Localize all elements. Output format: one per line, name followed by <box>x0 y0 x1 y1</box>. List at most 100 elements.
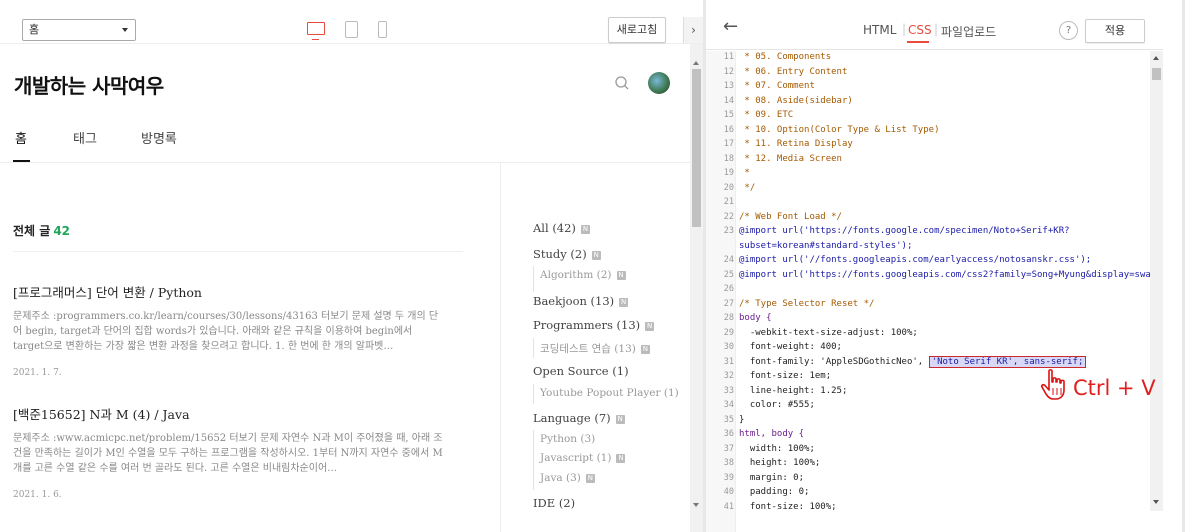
category-item[interactable]: Study (2) N <box>533 247 601 261</box>
line-number: 36 <box>723 429 734 439</box>
chevron-down-icon <box>122 28 128 32</box>
tab-html[interactable]: HTML <box>863 23 896 37</box>
post-title[interactable]: [백준15652] N과 M (4) / Java <box>13 404 443 423</box>
category-subitem[interactable]: 코딩테스트 연습 (13) N <box>540 341 650 356</box>
tab-active-indicator <box>907 41 929 43</box>
category-subitem[interactable]: Python (3) <box>540 433 595 445</box>
code-text: font-family: 'AppleSDGothicNeo', <box>739 356 929 367</box>
line-number: 29 <box>723 327 734 338</box>
skin-editor-panel: ← HTML | CSS | 파일업로드 ? 적용 11 * 05. Compo… <box>703 0 1185 532</box>
category-subitem[interactable]: Javascript (1) N <box>540 452 626 464</box>
line-number: 32 <box>723 371 734 381</box>
search-icon[interactable] <box>614 75 630 91</box>
code-line: /* Web Font Load */ <box>739 211 842 222</box>
apply-button[interactable]: 적용 <box>1085 19 1145 43</box>
category-label: Baekjoon (13) <box>533 294 615 308</box>
post-item[interactable]: [백준15652] N과 M (4) / Java 문제주소 :www.acmi… <box>13 404 443 500</box>
nav-tag[interactable]: 태그 <box>73 128 97 147</box>
scroll-thumb[interactable] <box>692 69 701 227</box>
category-item[interactable]: All (42) N <box>533 221 590 235</box>
nav-home[interactable]: 홈 <box>15 128 27 147</box>
code-line: font-weight: 400; <box>739 342 842 352</box>
line-number: 31 <box>723 356 734 367</box>
avatar[interactable] <box>648 72 670 94</box>
scroll-up-icon[interactable] <box>1153 56 1159 60</box>
scroll-down-icon[interactable] <box>693 503 699 507</box>
code-line: * 07. Comment <box>739 81 815 91</box>
sidebar-divider <box>500 163 501 532</box>
category-item[interactable]: Baekjoon (13) N <box>533 294 629 308</box>
subcategory-guide <box>533 384 534 404</box>
category-label: 코딩테스트 연습 (13) <box>540 343 636 355</box>
editor-scrollbar[interactable] <box>1150 51 1163 511</box>
line-number: 15 <box>723 110 734 120</box>
code-line: body { <box>739 313 772 323</box>
line-number: 28 <box>723 313 734 323</box>
category-label: Javascript (1) <box>540 452 612 464</box>
category-item[interactable]: IDE (2) <box>533 496 575 510</box>
line-number: 34 <box>723 400 734 410</box>
line-number: 14 <box>723 95 734 106</box>
category-item[interactable]: Language (7) N <box>533 411 625 425</box>
new-badge: N <box>616 453 626 463</box>
new-badge: N <box>645 321 655 331</box>
category-subitem[interactable]: Java (3) N <box>540 472 595 484</box>
preview-scrollbar[interactable] <box>690 44 703 532</box>
category-label: Java (3) <box>540 472 581 484</box>
code-line: } <box>739 414 745 425</box>
post-count-label: 전체 글 <box>13 224 51 238</box>
code-line: * 05. Components <box>739 52 832 62</box>
scroll-down-icon[interactable] <box>1153 500 1159 504</box>
code-line: * 11. Retina Display <box>739 139 853 149</box>
scroll-thumb[interactable] <box>1152 68 1161 80</box>
line-number: 39 <box>723 472 734 483</box>
line-number: 38 <box>723 458 734 468</box>
subcategory-guide <box>533 338 534 358</box>
line-number: 18 <box>723 153 734 164</box>
blog-title[interactable]: 개발하는 사막여우 <box>14 70 164 99</box>
nav-guestbook[interactable]: 방명록 <box>141 128 177 147</box>
post-count: 42 <box>53 224 71 238</box>
code-line: * 06. Entry Content <box>739 66 848 77</box>
scroll-up-icon[interactable] <box>693 61 699 65</box>
back-arrow-icon[interactable]: ← <box>723 18 738 36</box>
editor-toolbar: ← HTML | CSS | 파일업로드 ? 적용 <box>706 0 1185 50</box>
category-subitem[interactable]: Youtube Popout Player (1) <box>540 387 679 399</box>
new-badge: N <box>640 344 650 354</box>
line-number: 11 <box>723 52 734 62</box>
tab-file-upload[interactable]: 파일업로드 <box>941 23 996 40</box>
code-line: font-size: 1em; <box>739 371 832 381</box>
code-line: font-size: 100%; <box>739 501 837 512</box>
post-item[interactable]: [프로그래머스] 단어 변환 / Python 문제주소 :programmer… <box>13 282 443 378</box>
category-item[interactable]: Open Source (1) <box>533 364 629 378</box>
post-title[interactable]: [프로그래머스] 단어 변환 / Python <box>13 282 443 301</box>
line-number: 24 <box>723 255 734 265</box>
divider <box>13 251 463 252</box>
desktop-view-icon[interactable] <box>307 22 325 40</box>
tab-separator: | <box>902 22 907 36</box>
post-count-heading: 전체 글 42 <box>13 222 70 239</box>
category-subitem[interactable]: Algorithm (2) N <box>540 269 626 281</box>
css-code-editor[interactable]: 11 * 05. Components 12 * 06. Entry Conten… <box>706 51 1150 532</box>
mobile-view-icon[interactable] <box>378 21 387 38</box>
blog-preview-panel: 홈 새로고침 › 개발하는 사막여우 홈 태그 방명록 전체 글 42 [프로그래… <box>0 0 703 532</box>
nav-divider <box>0 162 690 163</box>
code-line: font-family: 'AppleSDGothicNeo', 'Noto S… <box>739 355 1087 368</box>
line-number: 33 <box>723 385 734 396</box>
code-line: */ <box>739 182 756 193</box>
code-line: * 10. Option(Color Type & List Type) <box>739 124 940 135</box>
collapse-panel-button[interactable]: › <box>683 17 703 43</box>
refresh-button[interactable]: 새로고침 <box>608 17 666 43</box>
line-number: 27 <box>723 298 734 309</box>
tablet-view-icon[interactable] <box>345 21 358 38</box>
page-select[interactable]: 홈 <box>22 19 136 41</box>
code-line: * 12. Media Screen <box>739 153 842 164</box>
category-item[interactable]: Programmers (13) N <box>533 318 655 332</box>
line-number: 25 <box>723 269 734 280</box>
help-icon[interactable]: ? <box>1059 21 1078 40</box>
code-line: * <box>739 168 750 178</box>
new-badge: N <box>615 414 625 424</box>
tab-css[interactable]: CSS <box>908 23 932 37</box>
code-line: color: #555; <box>739 400 815 410</box>
line-number: 13 <box>723 81 734 91</box>
